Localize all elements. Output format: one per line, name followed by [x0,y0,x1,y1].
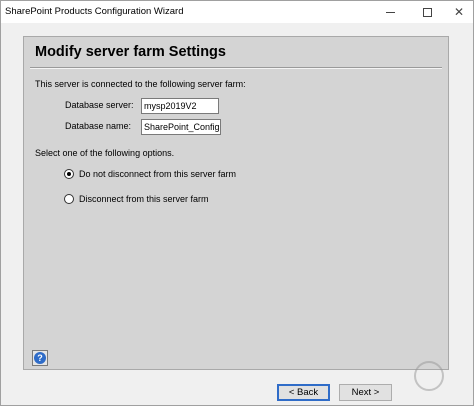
next-button[interactable]: Next > [339,384,392,401]
maximize-icon [422,7,432,17]
back-button[interactable]: < Back [277,384,330,401]
option-disconnect[interactable]: Disconnect from this server farm [64,194,209,204]
wizard-window: SharePoint Products Configuration Wizard… [0,0,474,406]
close-button[interactable]: ✕ [444,1,474,23]
help-icon: ? [34,352,46,364]
content-panel: Modify server farm Settings This server … [23,36,449,370]
page-title: Modify server farm Settings [35,44,226,60]
minimize-icon [385,11,395,13]
maximize-button[interactable] [412,1,442,23]
database-name-field[interactable]: SharePoint_ConfigD [141,119,221,135]
radio-disconnect[interactable] [64,194,74,204]
watermark-logo-icon [414,361,444,391]
option-do-not-disconnect-label: Do not disconnect from this server farm [79,169,237,179]
connected-text: This server is connected to the followin… [35,79,246,89]
database-server-label: Database server: [65,100,134,110]
options-prompt: Select one of the following options. [35,148,175,158]
close-icon: ✕ [453,5,465,19]
option-disconnect-label: Disconnect from this server farm [79,194,209,204]
help-button[interactable]: ? [32,350,48,366]
window-title: SharePoint Products Configuration Wizard [5,6,184,17]
database-name-label: Database name: [65,121,132,131]
option-do-not-disconnect[interactable]: Do not disconnect from this server farm [64,169,236,179]
minimize-button[interactable] [375,1,405,23]
database-server-field[interactable]: mysp2019V2 [141,98,219,114]
title-bar[interactable]: SharePoint Products Configuration Wizard… [1,1,473,23]
radio-do-not-disconnect[interactable] [64,169,74,179]
heading-divider-highlight [30,68,442,69]
